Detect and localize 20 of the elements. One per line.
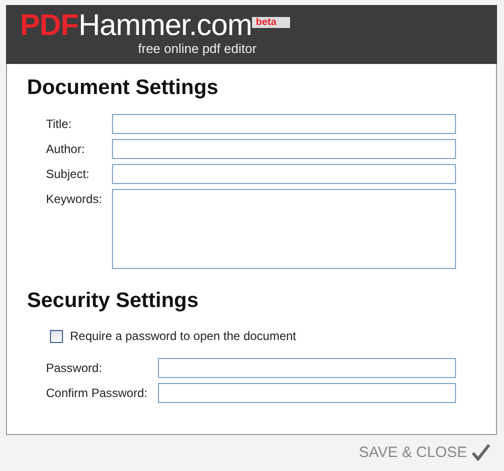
text-area[interactable] — [112, 189, 456, 269]
checkbox[interactable] — [50, 330, 63, 342]
checkbox-label[interactable]: Require a password to open the document — [70, 329, 296, 343]
input-field[interactable] — [112, 164, 456, 184]
field-label: Keywords: — [46, 191, 104, 208]
beta-badge: beta — [252, 17, 290, 28]
field-label: Author: — [46, 141, 86, 158]
section-heading: Document Settings — [27, 76, 220, 100]
input-field[interactable] — [158, 383, 456, 403]
field-label: Title: — [46, 116, 73, 133]
logo[interactable]: PDFHammer.com — [20, 11, 252, 41]
section-heading: Security Settings — [27, 289, 200, 313]
input-field[interactable] — [112, 114, 456, 134]
tagline: free online pdf editor — [138, 41, 258, 56]
field-label: Password: — [46, 360, 104, 377]
checkmark-icon — [471, 443, 491, 461]
input-field[interactable] — [158, 358, 456, 378]
field-label: Confirm Password: — [46, 385, 148, 402]
field-label: Subject: — [46, 166, 90, 183]
input-field[interactable] — [112, 139, 456, 159]
